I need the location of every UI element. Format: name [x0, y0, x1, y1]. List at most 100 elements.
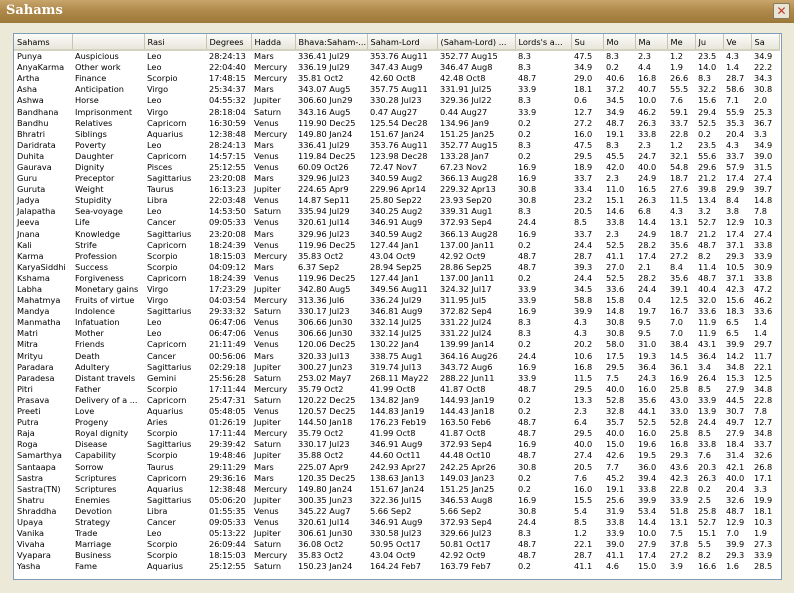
table-cell: 16.8	[638, 73, 657, 84]
table-row[interactable]: Paradesa Distant travels Gemini 25:56:28 Sat…	[14, 373, 779, 384]
table-cell: 44.1	[638, 406, 657, 417]
table-row[interactable]: Yasha Fame Aquarius 25:12:55 Saturn 150.23 Ja…	[14, 561, 779, 572]
table-row[interactable]: Shraddha Devotion Libra 01:55:35 Venus 345.22…	[14, 506, 779, 517]
table-row[interactable]: Bhratri Siblings Aquarius 12:38:48 Mercury 14…	[14, 129, 779, 140]
column-header-sahams[interactable]: Sahams	[14, 34, 73, 51]
table-cell: 28.86 Sep25	[440, 261, 492, 272]
table-row[interactable]: Karma Profession Scorpio 18:15:03 Mercury 35.…	[14, 251, 779, 262]
table-row[interactable]: Samarthya Capability Scorpio 19:48:46 Jupite…	[14, 450, 779, 461]
table-cell: Mars	[254, 461, 274, 472]
table-row[interactable]: AnyaKarma Other work Leo 22:04:40 Mercury 336…	[14, 62, 779, 73]
table-cell: 33.7	[574, 228, 593, 239]
table-row[interactable]: Ashwa Horse Leo 04:55:32 Jupiter 306.60 Jun29…	[14, 95, 779, 106]
table-row[interactable]: Asha Anticipation Virgo 25:34:37 Mars 343.07 …	[14, 84, 779, 95]
table-row[interactable]: Bandhana Imprisonment Virgo 28:18:04 Saturn 3…	[14, 106, 779, 117]
table-cell: Jupiter	[254, 184, 281, 195]
table-cell: 372.93 Sep4	[440, 217, 492, 228]
table-row[interactable]: Putra Progeny Aries 01:26:19 Jupiter 144.50 J…	[14, 417, 779, 428]
column-header-ju[interactable]: Ju	[695, 34, 724, 51]
table-cell: 28.94 Sep25	[370, 261, 422, 272]
table-cell: Libra	[147, 195, 168, 206]
column-header-saham-lord[interactable]: Saham-Lord	[367, 34, 438, 51]
column-header-bhava[interactable]: Bhava:Saham-...	[295, 34, 368, 51]
column-header-saham-lord-pos[interactable]: (Saham-Lord) ...	[437, 34, 516, 51]
table-cell: 4.3	[574, 317, 588, 328]
column-header-mo[interactable]: Mo	[603, 34, 636, 51]
table-row[interactable]: Daridrata Poverty Leo 28:24:13 Mars 336.41 Ju…	[14, 140, 779, 151]
table-cell: 42.60 Oct8	[370, 73, 416, 84]
table-cell: 33.0	[670, 406, 689, 417]
table-cell: 39.8	[698, 184, 717, 195]
table-row[interactable]: Gaurava Dignity Pisces 25:12:55 Venus 60.09 O…	[14, 162, 779, 173]
table-row[interactable]: Bandhu Relatives Capricorn 16:30:59 Venus 119…	[14, 118, 779, 129]
table-cell: 0.2	[518, 339, 532, 350]
column-header-ma[interactable]: Ma	[635, 34, 668, 51]
column-header-sa[interactable]: Sa	[751, 34, 780, 51]
table-cell: 8.3	[518, 62, 532, 73]
sahams-list[interactable]: Sahams Rasi Degrees Hadda Bhava:Saham-... Sah…	[13, 33, 782, 580]
column-header-me[interactable]: Me	[667, 34, 696, 51]
table-row[interactable]: Raja Royal dignity Scorpio 17:11:44 Mercury 3…	[14, 428, 779, 439]
table-cell: 11.4	[698, 261, 717, 272]
table-row[interactable]: Jalapatha Sea-voyage Leo 14:53:50 Saturn 335.…	[14, 206, 779, 217]
column-header-hadda[interactable]: Hadda	[251, 34, 296, 51]
table-row[interactable]: Mitra Friends Capricorn 21:11:49 Venus 120.06…	[14, 339, 779, 350]
table-row[interactable]: Labha Monetary gains Virgo 17:23:29 Jupiter 3…	[14, 284, 779, 295]
table-row[interactable]: Roga Disease Sagittarius 29:39:42 Saturn 330.…	[14, 439, 779, 450]
table-row[interactable]: Paradara Adultery Sagittarius 02:29:18 Jupit…	[14, 362, 779, 373]
table-row[interactable]: Duhita Daughter Capricorn 14:57:15 Venus 119.…	[14, 151, 779, 162]
table-cell: Leo	[147, 139, 162, 150]
column-header-rasi[interactable]: Rasi	[144, 34, 207, 51]
column-header-degrees[interactable]: Degrees	[206, 34, 252, 51]
table-row[interactable]: Kali Strife Capricorn 18:24:39 Venus 119.96 D…	[14, 240, 779, 251]
table-row[interactable]: Vyapara Business Scorpio 18:15:03 Mercury 35.…	[14, 550, 779, 561]
table-cell: 26.3	[638, 195, 657, 206]
table-row[interactable]: Pitri Father Scorpio 17:11:44 Mercury 35.79 O…	[14, 384, 779, 395]
table-row[interactable]: Mandya Indolence Sagittarius 29:33:32 Saturn…	[14, 306, 779, 317]
close-icon[interactable]: ✕	[773, 3, 790, 19]
table-row[interactable]: Jeeva Life Cancer 09:05:33 Venus 320.61 Jul14…	[14, 217, 779, 228]
table-row[interactable]: Manmatha Infatuation Leo 06:47:06 Venus 306.6…	[14, 317, 779, 328]
table-cell: 32.2	[698, 84, 717, 95]
table-row[interactable]: Punya Auspicious Leo 28:24:13 Mars 336.41 Jul…	[14, 50, 779, 62]
table-cell: Jupiter	[254, 284, 281, 295]
table-row[interactable]: Vivaha Marriage Scorpio 26:09:44 Saturn 36.08…	[14, 539, 779, 550]
table-cell: 45.5	[606, 150, 625, 161]
table-row[interactable]: Preeti Love Aquarius 05:48:05 Venus 120.57 De…	[14, 406, 779, 417]
table-cell: 55.5	[670, 84, 689, 95]
table-row[interactable]: Santaapa Sorrow Taurus 29:11:29 Mars 225.07 A…	[14, 461, 779, 472]
table-cell: Mercury	[254, 428, 288, 439]
table-row[interactable]: Shatru Enemies Sagittarius 05:06:20 Jupiter 3…	[14, 495, 779, 506]
table-cell: 44.48 Oct10	[440, 450, 491, 461]
column-header-meaning[interactable]	[72, 34, 145, 51]
table-cell: 42.0	[606, 161, 625, 172]
table-row[interactable]: Upaya Strategy Cancer 09:05:33 Venus 320.61 J…	[14, 517, 779, 528]
table-cell: 16.9	[518, 228, 537, 239]
table-cell: Leo	[147, 328, 162, 339]
column-header-ve[interactable]: Ve	[723, 34, 752, 51]
column-header-lords-a[interactable]: Lords's a...	[515, 34, 572, 51]
table-row[interactable]: Matri Mother Leo 06:47:06 Venus 306.66 Jun30 3…	[14, 328, 779, 339]
table-cell: 47.5	[574, 51, 593, 62]
table-cell: 33.7	[574, 173, 593, 184]
table-row[interactable]: Mrityu Death Cancer 00:56:06 Mars 320.33 Jul1…	[14, 351, 779, 362]
table-cell: 306.66 Jun30	[298, 328, 353, 339]
table-row[interactable]: Guruta Weight Taurus 16:13:23 Jupiter 224.65 …	[14, 184, 779, 195]
table-cell: Mercury	[254, 383, 288, 394]
table-cell: Venus	[254, 516, 279, 527]
table-row[interactable]: Jadya Stupidity Libra 22:03:48 Venus 14.87 Se…	[14, 195, 779, 206]
table-row[interactable]: Jnana Knowledge Sagittarius 23:20:08 Mars 329…	[14, 229, 779, 240]
table-row[interactable]: Sastra(TN) Scriptures Aquarius 12:38:48 Merc…	[14, 484, 779, 495]
table-cell: 343.72 Aug6	[440, 361, 493, 372]
table-row[interactable]: Kshama Forgiveness Capricorn 18:24:39 Venus 1…	[14, 273, 779, 284]
table-row[interactable]: Artha Finance Scorpio 17:48:15 Mercury 35.81 …	[14, 73, 779, 84]
table-row[interactable]: Prasava Delivery of a ... Capricorn 25:47:3…	[14, 395, 779, 406]
table-row[interactable]: KaryaSiddhi Success Scorpio 04:09:12 Mars 6.3…	[14, 262, 779, 273]
table-row[interactable]: Mahatmya Fruits of virtue Virgo 04:03:54 Mer…	[14, 295, 779, 306]
table-cell: 26.6	[670, 73, 689, 84]
title-bar[interactable]: Sahams ✕	[0, 0, 794, 23]
table-row[interactable]: Sastra Scriptures Capricorn 29:36:16 Mars 120…	[14, 473, 779, 484]
table-row[interactable]: Vanika Trade Leo 05:13:22 Jupiter 306.61 Jun3…	[14, 528, 779, 539]
table-row[interactable]: Guru Preceptor Sagittarius 23:20:08 Mars 329.…	[14, 173, 779, 184]
column-header-su[interactable]: Su	[571, 34, 604, 51]
